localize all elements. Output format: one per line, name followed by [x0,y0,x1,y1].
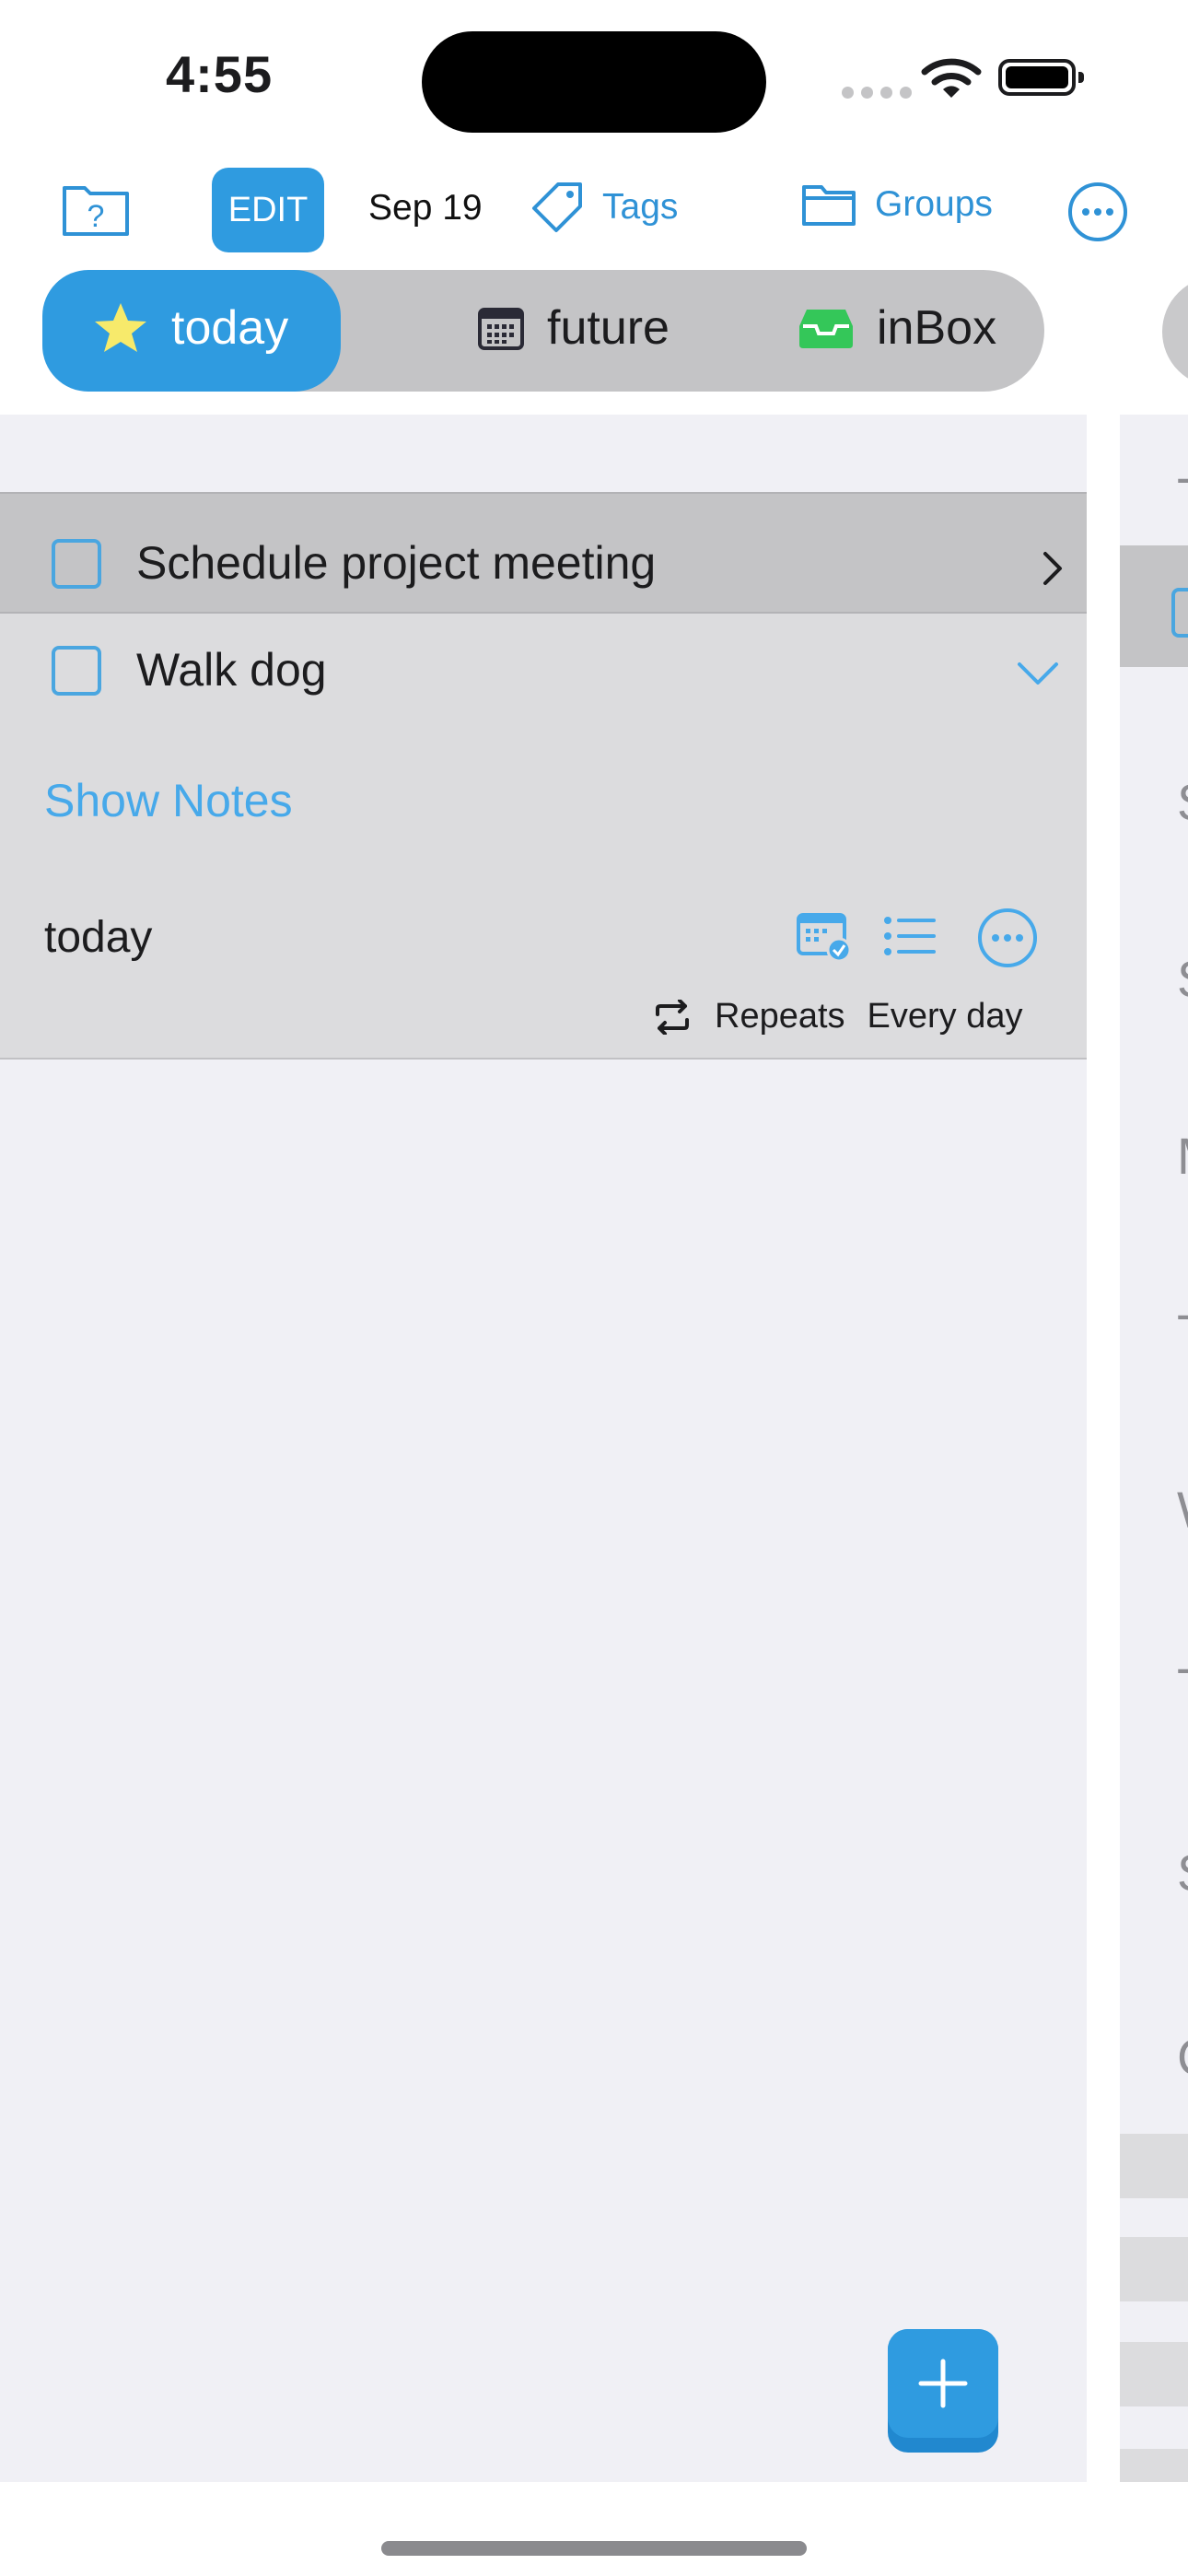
task-checkbox[interactable] [52,646,101,696]
repeat-info[interactable]: Repeats Every day [652,997,1023,1036]
date-label[interactable]: Sep 19 [368,188,483,228]
groups-button[interactable]: Groups [801,182,993,227]
side-letter: T [1177,1657,1188,1716]
add-task-button[interactable] [888,2329,998,2453]
side-letter: T [1177,1303,1188,1363]
chevron-right-icon[interactable] [1042,551,1063,586]
calendar-check-icon[interactable] [796,910,853,962]
ellipsis-circle-icon[interactable] [976,907,1039,969]
tags-button[interactable]: Tags [530,181,678,234]
segment-future[interactable]: future [477,300,670,356]
folder-icon [802,185,856,226]
task-row-expanded[interactable]: Walk dog [0,614,1087,1060]
home-indicator[interactable] [381,2541,807,2556]
calendar-icon [478,308,524,350]
repeat-value: Every day [867,997,1023,1036]
status-time: 4:55 [166,45,274,103]
task-checkbox[interactable] [52,539,101,589]
side-letter: S [1177,772,1188,832]
dynamic-island [422,31,766,133]
side-letter: W [1177,1480,1188,1540]
side-row-peek [1120,2342,1188,2406]
battery-icon [998,59,1084,96]
folder-question-icon[interactable]: ? [61,181,131,238]
repeats-label: Repeats [715,997,845,1036]
side-checkbox-peek [1171,588,1188,638]
chevron-down-icon[interactable] [1017,662,1059,685]
side-row-peek [1120,2449,1188,2482]
segment-future-label: future [547,301,670,355]
tags-label: Tags [602,187,679,227]
tag-icon [532,182,582,232]
ellipsis-circle-icon[interactable] [1066,181,1129,243]
wifi-icon [921,58,982,98]
side-row-peek [1120,2134,1188,2198]
side-row-peek [1120,2237,1188,2301]
star-icon [95,303,146,352]
plus-icon [918,2359,968,2408]
task-row[interactable]: Schedule project meeting [0,492,1087,614]
segment-inbox[interactable]: inBox [798,300,996,356]
side-letter: S [1177,949,1188,1009]
next-page-segment-peek [1162,276,1188,387]
list-icon[interactable] [884,916,936,956]
side-letter: T [1177,466,1188,526]
task-when-label: today [44,913,153,962]
inbox-tray-icon [799,310,853,348]
segment-inbox-label: inBox [877,301,997,355]
side-letter: M [1177,1126,1188,1186]
side-letter: S [1177,1843,1188,1903]
cellular-signal-icon [842,87,912,99]
segment-today[interactable]: today [92,300,288,356]
edit-button[interactable]: EDIT [212,168,324,252]
side-letter: C [1177,2027,1188,2087]
svg-text:?: ? [87,199,105,234]
task-title: Schedule project meeting [136,537,657,589]
segment-today-label: today [171,301,289,355]
task-title: Walk dog [136,644,327,696]
show-notes-link[interactable]: Show Notes [44,774,293,827]
repeat-icon [656,999,689,1035]
groups-label: Groups [875,184,993,224]
